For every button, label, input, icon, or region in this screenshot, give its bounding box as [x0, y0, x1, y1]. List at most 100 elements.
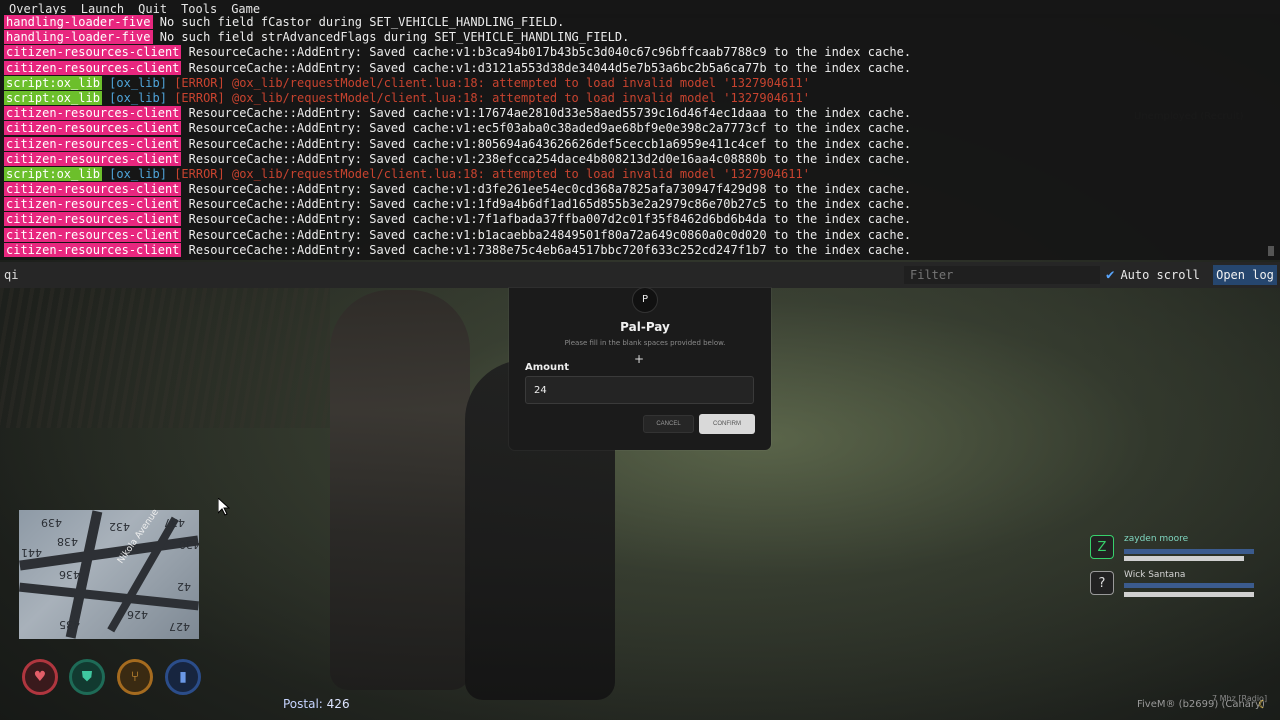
thirst-status: ▮	[165, 659, 201, 695]
shield-icon: ⛊	[81, 669, 93, 685]
minimap-label: 427	[169, 620, 190, 633]
minimap-label: 437	[164, 516, 185, 529]
log-line: citizen-resources-client ResourceCache::…	[4, 151, 1280, 167]
channel-badge: citizen-resources-client	[4, 60, 182, 75]
log-message: ResourceCache::AddEntry: Saved cache:v1:…	[188, 197, 912, 212]
player-armor-bar	[1124, 549, 1254, 554]
log-line: citizen-resources-client ResourceCache::…	[4, 242, 1280, 258]
player-character-left	[330, 290, 470, 690]
channel-badge: script:ox_lib	[4, 75, 102, 90]
log-line: handling-loader-five No such field strAd…	[4, 30, 1280, 45]
log-message: [ERROR] @ox_lib/requestModel/client.lua:…	[174, 166, 810, 181]
log-line: citizen-resources-client ResourceCache::…	[4, 45, 1280, 60]
checkmark-icon: ✔	[1106, 267, 1115, 283]
bottle-icon: ▮	[179, 669, 187, 685]
log-line: citizen-resources-client ResourceCache::…	[4, 197, 1280, 212]
minimap-label: 441	[21, 546, 42, 559]
player-avatar-icon: Z	[1090, 535, 1114, 559]
crosshair-icon: +	[634, 352, 645, 366]
log-line: citizen-resources-client ResourceCache::…	[4, 60, 1280, 76]
minimap-label: 426	[127, 608, 148, 621]
console-log[interactable]: handling-loader-five No such field fCast…	[0, 14, 1280, 260]
minimap-label: 435	[59, 618, 80, 631]
channel-badge: citizen-resources-client	[4, 227, 182, 242]
hunger-status: ⑂	[117, 659, 153, 695]
log-line: citizen-resources-client ResourceCache::…	[4, 106, 1280, 121]
player-health-bar	[1124, 556, 1244, 561]
minimap-road	[19, 535, 199, 571]
log-line: script:ox_lib [ox_lib] [ERROR] @ox_lib/r…	[4, 90, 1280, 106]
channel-badge: handling-loader-five	[4, 30, 153, 45]
postal-label: Postal:	[283, 697, 323, 711]
dialog-title: Pal-Pay	[620, 320, 670, 334]
log-message: ResourceCache::AddEntry: Saved cache:v1:…	[188, 242, 912, 257]
console-input-bar: ✔ Auto scroll Open log	[0, 262, 1280, 288]
open-log-button[interactable]: Open log	[1213, 265, 1277, 285]
channel-badge: citizen-resources-client	[4, 197, 182, 212]
log-message: ResourceCache::AddEntry: Saved cache:v1:…	[188, 227, 912, 242]
log-message: No such field strAdvancedFlags during SE…	[159, 30, 630, 45]
auto-scroll-toggle[interactable]: ✔ Auto scroll	[1106, 266, 1200, 284]
log-tag: [ox_lib]	[109, 90, 167, 105]
tree-line	[0, 288, 330, 428]
channel-badge: citizen-resources-client	[4, 106, 182, 121]
minimap-label: 430	[179, 538, 199, 551]
log-message: ResourceCache::AddEntry: Saved cache:v1:…	[188, 151, 912, 166]
console-scrollbar[interactable]	[1268, 246, 1274, 256]
player-health-bar	[1124, 592, 1254, 597]
amount-input[interactable]	[525, 376, 754, 404]
log-tag: [ox_lib]	[109, 166, 167, 181]
postal-value: 426	[326, 697, 350, 711]
channel-badge: citizen-resources-client	[4, 121, 182, 136]
health-status: ♥	[22, 659, 58, 695]
log-line: handling-loader-five No such field fCast…	[4, 15, 1280, 30]
channel-badge: script:ox_lib	[4, 166, 102, 181]
armor-status: ⛊	[69, 659, 105, 695]
player-name: zayden moore	[1124, 534, 1189, 544]
log-message: ResourceCache::AddEntry: Saved cache:v1:…	[188, 136, 912, 151]
unknown-player-icon: ?	[1090, 571, 1114, 595]
minimap-label: 438	[57, 535, 78, 548]
log-line: citizen-resources-client ResourceCache::…	[4, 227, 1280, 243]
channel-badge: citizen-resources-client	[4, 45, 182, 60]
log-tag: [ox_lib]	[109, 75, 167, 90]
channel-badge: citizen-resources-client	[4, 151, 182, 166]
log-line: script:ox_lib [ox_lib] [ERROR] @ox_lib/r…	[4, 166, 1280, 182]
log-line: citizen-resources-client ResourceCache::…	[4, 212, 1280, 227]
minimap-label: 436	[59, 568, 80, 581]
log-line: citizen-resources-client ResourceCache::…	[4, 182, 1280, 197]
channel-badge: handling-loader-five	[4, 15, 153, 29]
log-message: [ERROR] @ox_lib/requestModel/client.lua:…	[174, 90, 810, 105]
utensils-icon: ⑂	[130, 669, 140, 685]
player-name: Wick Santana	[1124, 570, 1186, 580]
log-message: [ERROR] @ox_lib/requestModel/client.lua:…	[174, 75, 810, 90]
minimap-label: 432	[109, 520, 130, 533]
log-message: No such field fCastor during SET_VEHICLE…	[159, 15, 565, 29]
minimap-road	[19, 582, 199, 611]
minimap: 439 438 432 437 430 436 435 426 427 441 …	[19, 510, 199, 639]
log-message: ResourceCache::AddEntry: Saved cache:v1:…	[188, 182, 912, 197]
auto-scroll-label: Auto scroll	[1120, 268, 1200, 282]
log-message: ResourceCache::AddEntry: Saved cache:v1:…	[188, 60, 912, 75]
log-line: script:ox_lib [ox_lib] [ERROR] @ox_lib/r…	[4, 75, 1280, 91]
log-message: ResourceCache::AddEntry: Saved cache:v1:…	[188, 45, 912, 60]
channel-badge: script:ox_lib	[4, 90, 102, 105]
dialog-subtitle: Please fill in the blank spaces provided…	[564, 339, 726, 347]
cancel-button[interactable]: CANCEL	[643, 415, 694, 433]
minimap-label: 439	[41, 516, 62, 529]
confirm-button[interactable]: CONFIRM	[699, 414, 755, 434]
postal-indicator: Postal: 426	[283, 697, 350, 711]
channel-badge: citizen-resources-client	[4, 242, 182, 257]
heart-icon: ♥	[33, 669, 47, 685]
channel-badge: citizen-resources-client	[4, 136, 182, 151]
log-line: citizen-resources-client ResourceCache::…	[4, 136, 1280, 152]
filter-input[interactable]	[904, 266, 1100, 284]
moon-icon: ☾	[1258, 698, 1268, 711]
channel-badge: citizen-resources-client	[4, 212, 182, 227]
player-armor-bar	[1124, 583, 1254, 588]
log-line: citizen-resources-client ResourceCache::…	[4, 121, 1280, 136]
log-message: ResourceCache::AddEntry: Saved cache:v1:…	[188, 106, 912, 121]
amount-label: Amount	[525, 362, 570, 373]
command-input[interactable]	[4, 267, 884, 283]
log-message: ResourceCache::AddEntry: Saved cache:v1:…	[188, 212, 912, 227]
